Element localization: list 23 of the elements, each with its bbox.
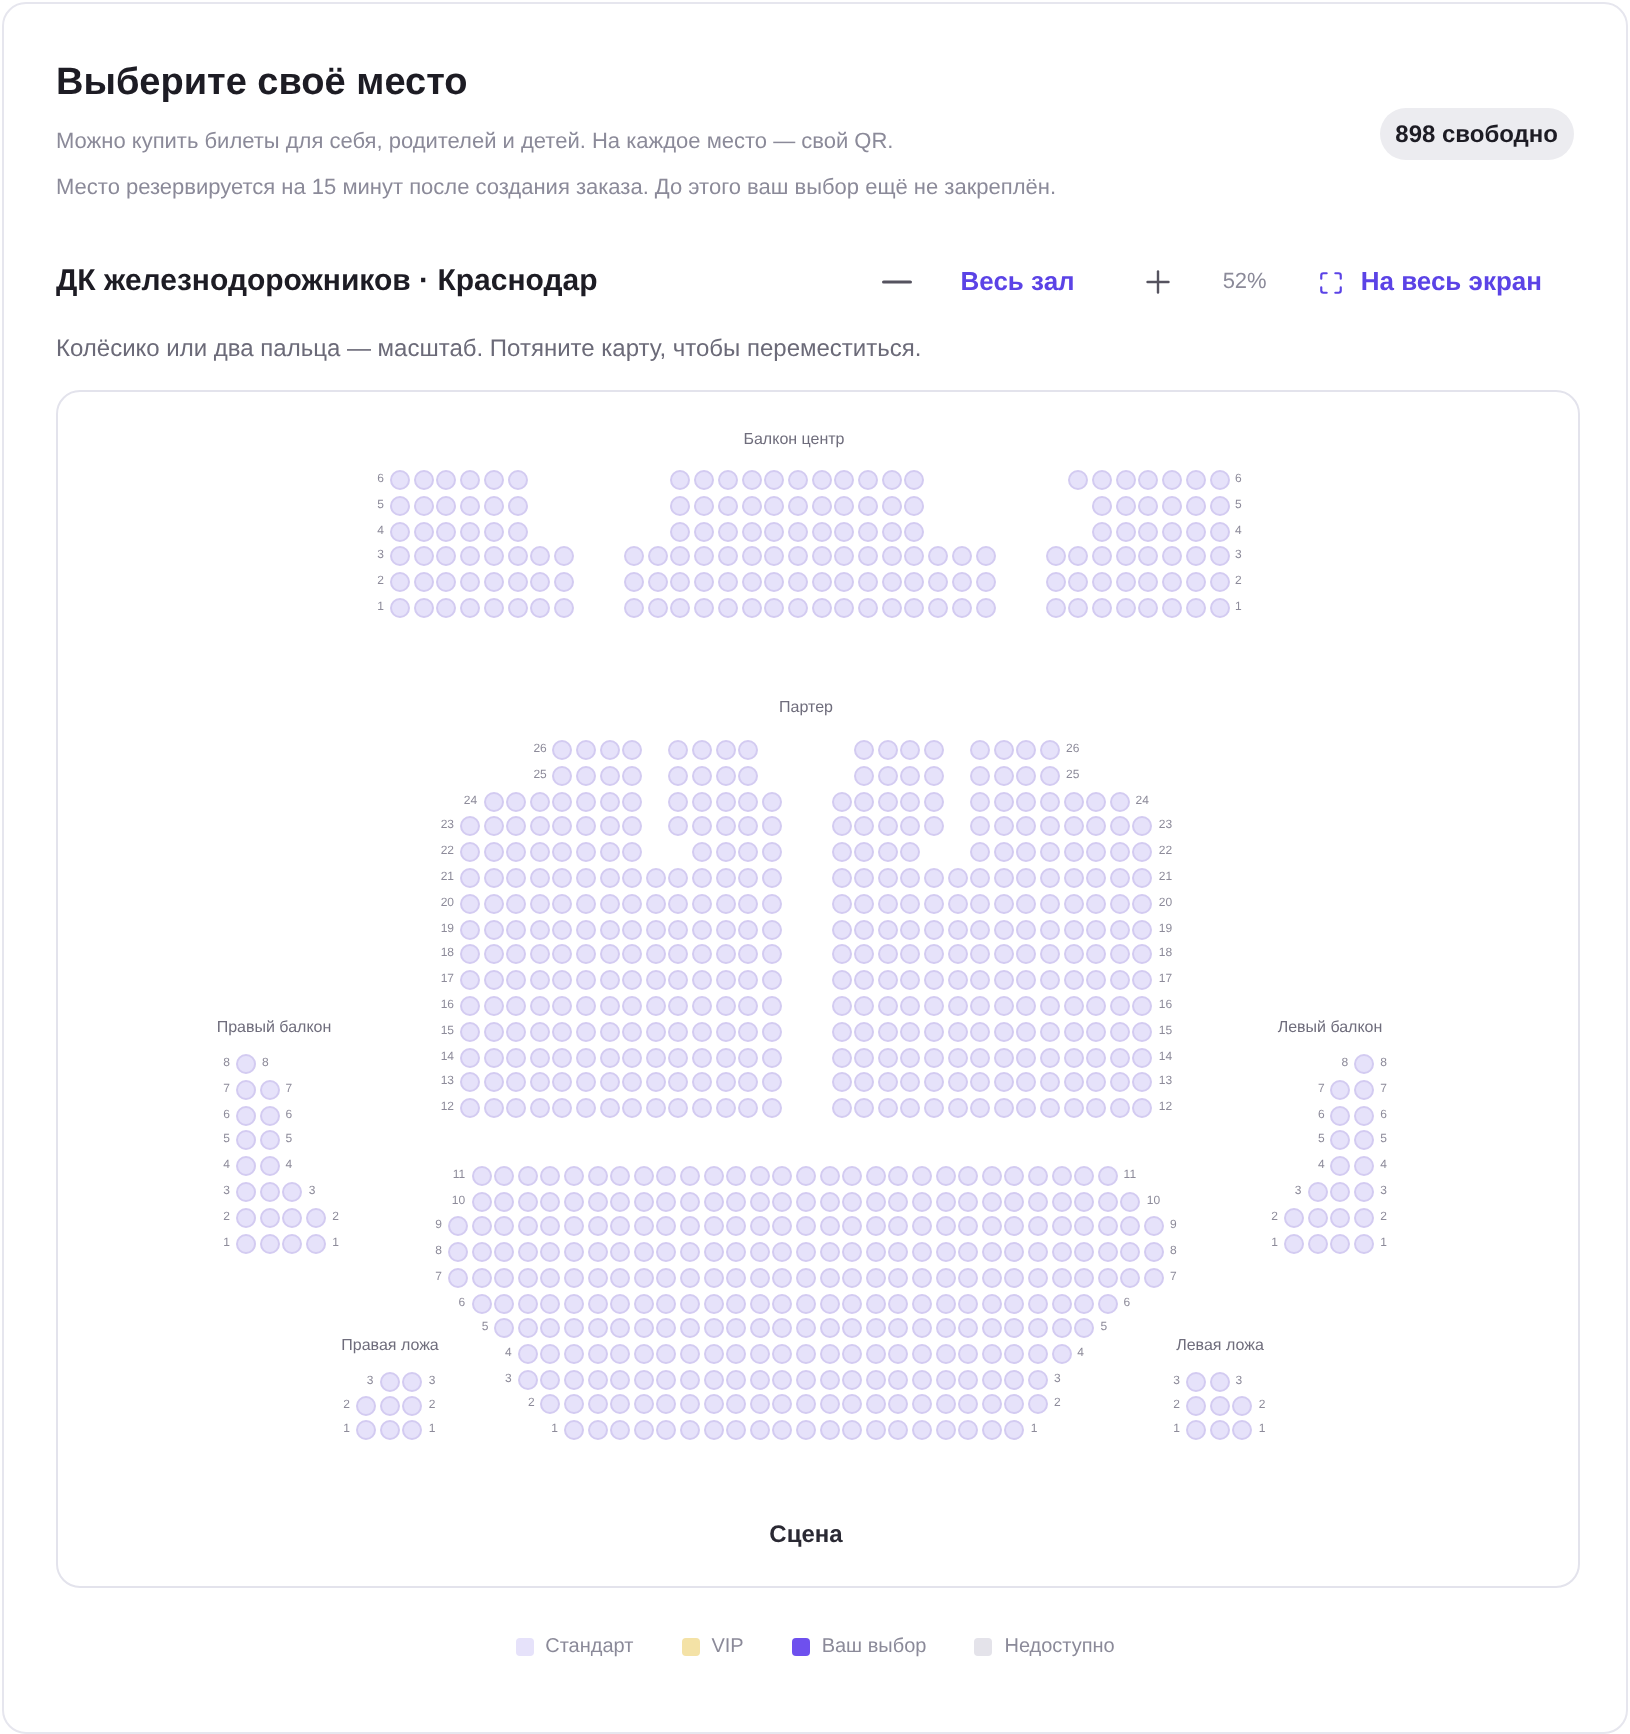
fullscreen-button[interactable]: На весь экран: [1318, 262, 1542, 302]
section-title: Правая ложа: [341, 1336, 439, 1356]
venue-title: ДК железнодорожников · Краснодар: [56, 261, 598, 302]
legend-label: Ваш выбор: [821, 1634, 927, 1662]
page-title: Выберите своё место: [56, 60, 470, 108]
section-title: Левая ложа: [1176, 1336, 1264, 1356]
legend-label: Стандарт: [545, 1634, 634, 1662]
legend-label: VIP: [711, 1634, 744, 1662]
section-title: Балкон центр: [743, 430, 845, 450]
minus-icon: [881, 280, 912, 284]
seat-map[interactable]: [56, 390, 1580, 1588]
section-title: Левый балкон: [1277, 1018, 1383, 1038]
map-hint: Колёсико или два пальца — масштаб. Потяните карту, чтобы переместиться.: [56, 332, 924, 364]
free-seats-badge: 898 свободно: [1379, 108, 1574, 160]
stage-label: Сцена: [769, 1518, 843, 1552]
fit-hall-button[interactable]: Весь зал: [960, 262, 1075, 302]
subtitle: Место резервируется на 15 минут после создания заказа. До этого ваш выбор ещё не закреплён.: [56, 174, 1057, 202]
section-title: Партер: [779, 698, 833, 718]
fullscreen-icon: [1318, 269, 1345, 295]
zoom-level: 52%: [1222, 267, 1267, 298]
subtitle: Можно купить билеты для себя, родителей и детей. На каждое место — свой QR.: [56, 128, 896, 156]
section-title: Правый балкон: [216, 1018, 332, 1038]
legend-label: Недоступно: [1004, 1634, 1115, 1662]
